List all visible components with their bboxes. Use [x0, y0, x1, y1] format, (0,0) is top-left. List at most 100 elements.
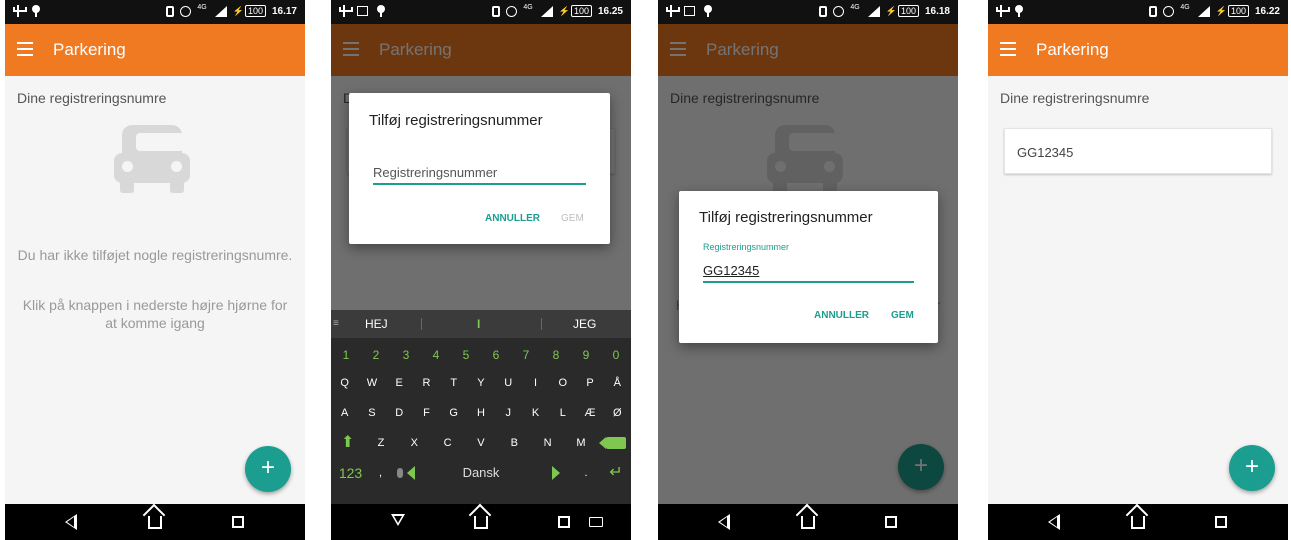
- home-icon[interactable]: [1131, 516, 1145, 529]
- key-y[interactable]: Y: [467, 368, 494, 398]
- recent-apps-icon[interactable]: [1215, 516, 1227, 528]
- network-type: 4G: [523, 3, 533, 11]
- key-p[interactable]: P: [576, 368, 603, 398]
- key-v[interactable]: V: [464, 428, 497, 458]
- key-2[interactable]: 2: [361, 340, 391, 370]
- key-q[interactable]: Q: [331, 368, 358, 398]
- nav-bar: [658, 504, 958, 540]
- status-bar: 4G ⚡ 100 16.18: [658, 0, 958, 24]
- back-icon[interactable]: [65, 514, 77, 530]
- screen-plate-list: 4G ⚡ 100 16.22 Parkering Dine registrerin…: [988, 0, 1288, 540]
- suggestion-bar: ≡ HEJ I JEG: [331, 310, 631, 338]
- suggestion-1[interactable]: HEJ: [365, 317, 388, 331]
- clock: 16.22: [1254, 5, 1280, 17]
- key-4[interactable]: 4: [421, 340, 451, 370]
- key-w[interactable]: W: [358, 368, 385, 398]
- home-icon[interactable]: [801, 516, 815, 529]
- location-pin-icon: [703, 5, 713, 17]
- suggestion-menu-icon[interactable]: ≡: [333, 318, 339, 329]
- app-title: Parkering: [1036, 40, 1109, 59]
- symbols-key[interactable]: 123: [331, 458, 370, 488]
- recent-apps-icon[interactable]: [232, 516, 244, 528]
- cancel-button[interactable]: ANNULLER: [485, 213, 540, 224]
- key-j[interactable]: J: [495, 398, 522, 428]
- number-row: 1 2 3 4 5 6 7 8 9 0: [331, 340, 631, 370]
- status-bar: 4G ⚡ 100 16.25: [331, 0, 631, 24]
- nav-bar: [331, 504, 631, 540]
- status-bar: 4G ⚡ 100 16.17: [5, 0, 305, 24]
- add-plate-button[interactable]: +: [1229, 445, 1275, 491]
- key-s[interactable]: S: [358, 398, 385, 428]
- suggestion-2[interactable]: I: [477, 317, 480, 331]
- signal-icon: [866, 5, 880, 17]
- home-icon[interactable]: [474, 516, 488, 529]
- space-key[interactable]: Dansk: [421, 458, 541, 488]
- add-plate-dialog: Tilføj registreringsnummer Registrerings…: [679, 191, 938, 343]
- key-f[interactable]: F: [413, 398, 440, 428]
- save-button[interactable]: GEM: [891, 310, 914, 321]
- cursor-right-key[interactable]: [541, 458, 571, 488]
- key-l[interactable]: L: [549, 398, 576, 428]
- key-comma[interactable]: ,: [370, 458, 391, 488]
- key-period[interactable]: .: [571, 458, 601, 488]
- plate-input[interactable]: Registreringsnummer: [373, 165, 586, 185]
- enter-key-icon[interactable]: ↵: [601, 458, 631, 488]
- keyboard-switch-icon[interactable]: [589, 517, 603, 527]
- shift-key-icon[interactable]: ⬆: [331, 428, 364, 458]
- menu-icon[interactable]: [1000, 42, 1016, 56]
- key-h[interactable]: H: [467, 398, 494, 428]
- key-c[interactable]: C: [431, 428, 464, 458]
- key-o[interactable]: O: [549, 368, 576, 398]
- vibrate-icon: [492, 5, 501, 17]
- key-k[interactable]: K: [522, 398, 549, 428]
- key-7[interactable]: 7: [511, 340, 541, 370]
- key-aa[interactable]: Å: [604, 368, 631, 398]
- key-z[interactable]: Z: [364, 428, 397, 458]
- plate-card[interactable]: GG12345: [1004, 128, 1272, 174]
- clock: 16.18: [924, 5, 950, 17]
- clock: 16.25: [597, 5, 623, 17]
- key-b[interactable]: B: [498, 428, 531, 458]
- key-n[interactable]: N: [531, 428, 564, 458]
- signal-icon: [213, 5, 227, 17]
- recent-apps-icon[interactable]: [558, 516, 570, 528]
- recent-apps-icon[interactable]: [885, 516, 897, 528]
- key-0[interactable]: 0: [601, 340, 631, 370]
- nav-bar: [5, 504, 305, 540]
- cancel-button[interactable]: ANNULLER: [814, 310, 869, 321]
- key-8[interactable]: 8: [541, 340, 571, 370]
- key-1[interactable]: 1: [331, 340, 361, 370]
- key-e[interactable]: E: [386, 368, 413, 398]
- add-plate-button[interactable]: +: [245, 446, 291, 492]
- back-icon[interactable]: [1048, 514, 1060, 530]
- network-type: 4G: [850, 3, 860, 11]
- key-d[interactable]: D: [386, 398, 413, 428]
- key-ae[interactable]: Æ: [576, 398, 603, 428]
- back-icon[interactable]: [718, 514, 730, 530]
- key-a[interactable]: A: [331, 398, 358, 428]
- key-i[interactable]: I: [522, 368, 549, 398]
- key-u[interactable]: U: [495, 368, 522, 398]
- network-type: 4G: [1180, 3, 1190, 11]
- app-title: Parkering: [53, 40, 126, 59]
- key-9[interactable]: 9: [571, 340, 601, 370]
- suggestion-3[interactable]: JEG: [573, 317, 596, 331]
- key-m[interactable]: M: [564, 428, 597, 458]
- key-oe[interactable]: Ø: [604, 398, 631, 428]
- key-r[interactable]: R: [413, 368, 440, 398]
- nav-bar: [988, 504, 1288, 540]
- key-5[interactable]: 5: [451, 340, 481, 370]
- key-6[interactable]: 6: [481, 340, 511, 370]
- voice-input-key[interactable]: [391, 458, 421, 488]
- hide-keyboard-icon[interactable]: [391, 514, 405, 526]
- key-3[interactable]: 3: [391, 340, 421, 370]
- save-button[interactable]: GEM: [561, 213, 584, 224]
- key-x[interactable]: X: [398, 428, 431, 458]
- menu-icon[interactable]: [17, 42, 33, 56]
- plate-input[interactable]: GG12345: [703, 263, 914, 283]
- home-icon[interactable]: [148, 516, 162, 529]
- backspace-key-icon[interactable]: [598, 428, 631, 458]
- key-g[interactable]: G: [440, 398, 467, 428]
- battery-level: 100: [244, 5, 266, 17]
- key-t[interactable]: T: [440, 368, 467, 398]
